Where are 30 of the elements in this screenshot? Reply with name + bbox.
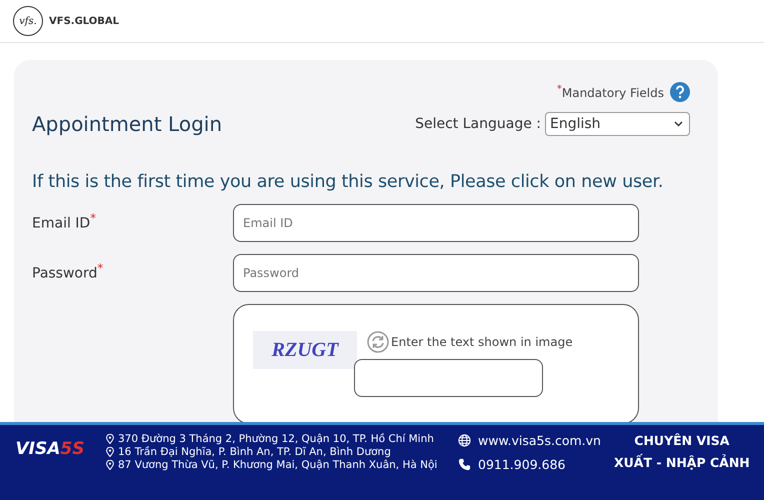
globe-icon xyxy=(458,434,471,447)
language-label: Select Language : xyxy=(415,116,541,132)
phone-icon xyxy=(458,458,471,471)
captcha-prompt: Enter the text shown in image xyxy=(391,335,573,349)
input-field[interactable]: Password xyxy=(233,254,639,292)
brand-name: VFS.GLOBAL xyxy=(49,16,120,26)
location-pin-icon xyxy=(106,460,114,470)
address-text: 16 Trần Đại Nghĩa, P. Bình An, TP. Dĩ An, Bình Dương xyxy=(118,446,391,458)
banner-logo: VISA5S xyxy=(16,439,84,459)
address-text: 87 Vương Thừa Vũ, P. Khương Mai, Quận Thanh Xuân, Hà Nội xyxy=(118,459,438,471)
phone-text: 0911.909.686 xyxy=(478,457,566,472)
input-field[interactable]: Email ID xyxy=(233,204,639,242)
website-text: www.visa5s.com.vn xyxy=(478,433,601,448)
field-label: Password$^{*}$ xyxy=(32,260,104,282)
page-title: Appointment Login xyxy=(32,112,222,136)
chevron-down-icon xyxy=(674,121,683,127)
language-select[interactable]: English xyxy=(545,112,690,136)
slogan-text: XUẤT - NHẬP CẢNH xyxy=(614,455,750,470)
captcha-image: RZUGT xyxy=(253,331,357,369)
mandatory-note: $^{*}$Mandatory Fields xyxy=(556,84,664,100)
location-pin-icon xyxy=(106,434,114,444)
address-text: 370 Đường 3 Tháng 2, Phường 12, Quận 10, TP. Hồ Chí Minh xyxy=(118,433,434,445)
captcha-input[interactable] xyxy=(354,359,543,397)
location-pin-icon xyxy=(106,447,114,457)
brand-logo: vfs. xyxy=(13,6,43,36)
slogan-text: CHUYÊN VISA xyxy=(634,433,730,448)
field-label: Email ID$^{*}$ xyxy=(32,210,98,232)
intro-text: If this is the first time you are using this service, Please click on new user. xyxy=(32,172,664,192)
refresh-icon[interactable] xyxy=(367,331,389,353)
help-icon[interactable] xyxy=(670,82,690,102)
